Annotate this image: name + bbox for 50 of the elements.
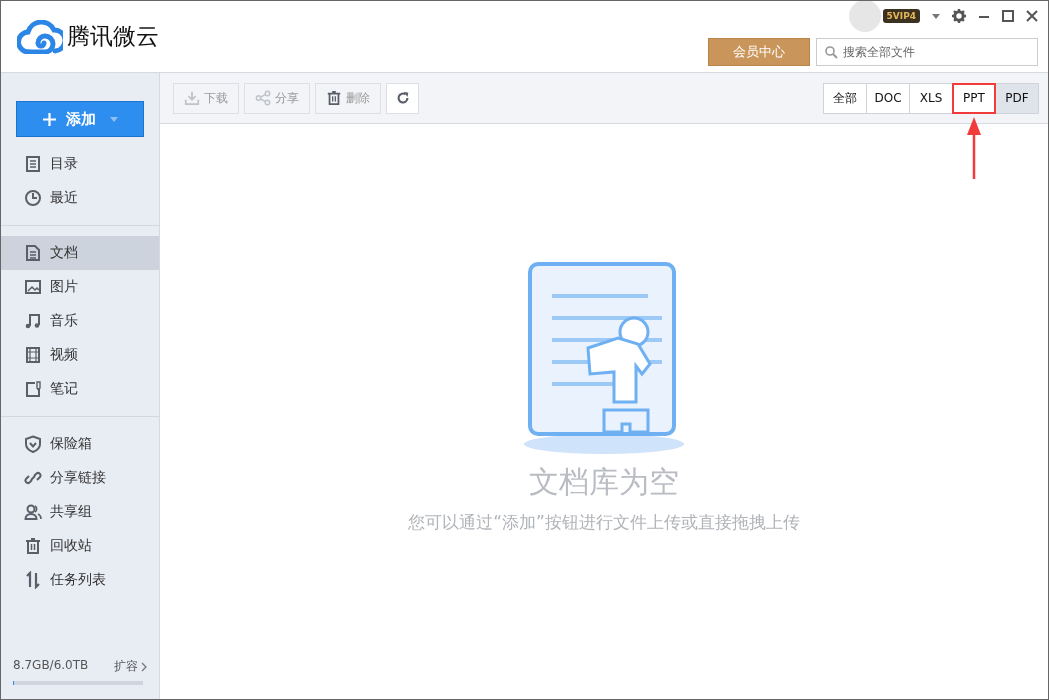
empty-state-title: 文档库为空 [529, 463, 679, 501]
caret-icon [109, 116, 118, 122]
filter-tab[interactable]: 全部 [823, 82, 867, 114]
trash-icon [326, 90, 342, 106]
film-icon [24, 346, 42, 364]
maximize-icon[interactable] [1002, 10, 1014, 22]
search-field[interactable]: 搜索全部文件 [816, 38, 1038, 66]
refresh-button[interactable] [386, 82, 419, 114]
sidebar-item[interactable]: 保险箱 [1, 427, 159, 461]
music-note-icon [24, 312, 42, 330]
expand-link[interactable]: 扩容 [114, 658, 147, 675]
sidebar-item[interactable]: 文档 [1, 236, 159, 270]
sidebar-item[interactable]: 目录 [1, 147, 159, 181]
sidebar-item[interactable]: 视频 [1, 338, 159, 372]
chevron-icon [141, 661, 147, 672]
shield-icon [24, 435, 42, 453]
sidebar-item[interactable]: 音乐 [1, 304, 159, 338]
sidebar-item[interactable]: 分享链接 [1, 461, 159, 495]
list-icon [24, 155, 42, 173]
trash-icon [24, 537, 42, 555]
document-icon [24, 244, 42, 262]
filter-tab[interactable]: DOC [866, 82, 910, 114]
image-icon [24, 278, 42, 296]
sidebar-item[interactable]: 图片 [1, 270, 159, 304]
caret-icon[interactable] [932, 13, 940, 19]
sidebar-item[interactable]: 笔记 [1, 372, 159, 406]
filter-tab[interactable]: XLS [909, 82, 953, 114]
filter-tab[interactable]: PDF [995, 82, 1039, 114]
settings-icon[interactable] [952, 9, 966, 23]
sidebar-item[interactable]: 回收站 [1, 529, 159, 563]
cloud-logo-icon [17, 19, 63, 54]
close-icon[interactable] [1026, 10, 1038, 22]
note-icon [24, 380, 42, 398]
sidebar-item[interactable]: 任务列表 [1, 563, 159, 597]
plus-icon [42, 112, 56, 126]
clock-icon [24, 189, 42, 207]
vip-badge: 5VIP4 [882, 9, 920, 23]
up-down-arrows-icon [24, 571, 42, 589]
download-icon [184, 90, 200, 106]
share-icon [255, 90, 271, 106]
app-name: 腾讯微云 [67, 22, 159, 51]
search-icon [825, 46, 838, 59]
empty-state-message: 您可以通过“添加”按钮进行文件上传或直接拖拽上传 [408, 511, 800, 534]
people-icon [24, 503, 42, 521]
filter-tab[interactable]: PPT [952, 82, 996, 114]
annotation-arrow [966, 116, 982, 179]
link-icon [24, 469, 42, 487]
sidebar-item[interactable]: 共享组 [1, 495, 159, 529]
sidebar-item[interactable]: 最近 [1, 181, 159, 215]
storage-usage: 8.7GB/6.0TB [13, 658, 89, 674]
